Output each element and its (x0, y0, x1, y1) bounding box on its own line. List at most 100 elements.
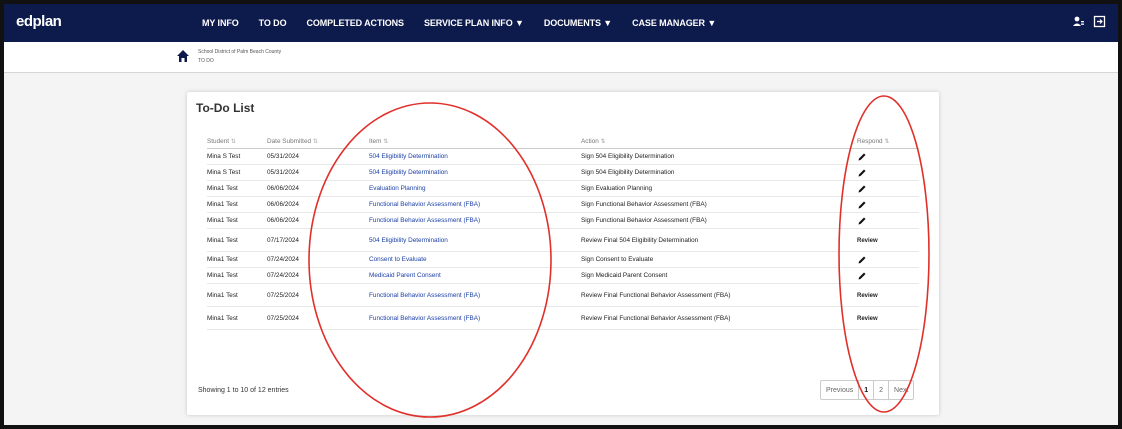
pencil-icon[interactable] (857, 152, 867, 162)
table-row: Mina S Test 05/31/2024 504 Eligibility Det… (207, 164, 919, 181)
respond-cell (857, 267, 919, 284)
breadcrumb-current: TO DO (198, 58, 214, 64)
nav-case-manager[interactable]: CASE MANAGER ▼ (632, 18, 716, 28)
table-row: Mina1 Test 07/25/2024 Functional Behavior … (207, 306, 919, 330)
cell-action: Sign Functional Behavior Assessment (FBA… (581, 212, 857, 229)
review-link[interactable]: Review (857, 238, 878, 244)
table-body: Mina S Test 05/31/2024 504 Eligibility Det… (207, 148, 919, 330)
breadcrumb-org[interactable]: School District of Palm Beach County (198, 49, 281, 55)
table-row: Mina1 Test 06/06/2024 Functional Behavior … (207, 196, 919, 213)
cell-date: 07/17/2024 (267, 228, 369, 252)
cell-action: Sign Consent to Evaluate (581, 251, 857, 268)
table-row: Mina1 Test 07/25/2024 Functional Behavior … (207, 283, 919, 307)
main-nav: MY INFO TO DO COMPLETED ACTIONS SERVICE … (202, 4, 736, 42)
table-row: Mina1 Test 07/17/2024 504 Eligibility Dete… (207, 228, 919, 252)
cell-date: 07/25/2024 (267, 306, 369, 330)
header-action[interactable]: Action ⇅ (581, 134, 857, 149)
cell-item-link[interactable]: 504 Eligibility Determination (369, 228, 581, 252)
respond-cell: Review (857, 283, 919, 307)
cell-student: Mina1 Test (207, 267, 267, 284)
cell-date: 05/31/2024 (267, 148, 369, 165)
cell-student: Mina1 Test (207, 283, 267, 307)
cell-item-link[interactable]: Medicaid Parent Consent (369, 267, 581, 284)
nav-documents[interactable]: DOCUMENTS ▼ (544, 18, 612, 28)
cell-student: Mina1 Test (207, 196, 267, 213)
table-header: Student ⇅ Date Submitted ⇅ Item ⇅ Action… (207, 134, 919, 149)
pencil-icon[interactable] (857, 255, 867, 265)
review-link[interactable]: Review (857, 316, 878, 322)
cell-action: Sign Medicaid Parent Consent (581, 267, 857, 284)
todo-table: Student ⇅ Date Submitted ⇅ Item ⇅ Action… (207, 134, 919, 330)
header-date-submitted[interactable]: Date Submitted ⇅ (267, 134, 369, 149)
cell-student: Mina S Test (207, 164, 267, 181)
cell-student: Mina1 Test (207, 212, 267, 229)
cell-action: Review Final Functional Behavior Assessm… (581, 283, 857, 307)
cell-student: Mina1 Test (207, 306, 267, 330)
cell-date: 07/25/2024 (267, 283, 369, 307)
cell-item-link[interactable]: Evaluation Planning (369, 180, 581, 197)
app-window: edplan MY INFO TO DO COMPLETED ACTIONS S… (0, 0, 1122, 429)
table-row: Mina1 Test 07/24/2024 Medicaid Parent Cons… (207, 267, 919, 284)
next-page-button[interactable]: Next (889, 381, 913, 399)
cell-date: 06/06/2024 (267, 212, 369, 229)
cell-student: Mina1 Test (207, 251, 267, 268)
pagination: Previous 1 2 Next (820, 380, 915, 400)
table-row: Mina1 Test 06/06/2024 Functional Behavior … (207, 212, 919, 229)
cell-student: Mina1 Test (207, 228, 267, 252)
user-icon[interactable] (1072, 15, 1085, 28)
cell-action: Sign 504 Eligibility Determination (581, 148, 857, 165)
table-row: Mina1 Test 07/24/2024 Consent to Evaluate S… (207, 251, 919, 268)
nav-service-plan-info[interactable]: SERVICE PLAN INFO ▼ (424, 18, 524, 28)
header-student[interactable]: Student ⇅ (207, 134, 267, 149)
cell-date: 05/31/2024 (267, 164, 369, 181)
cell-date: 06/06/2024 (267, 180, 369, 197)
cell-item-link[interactable]: 504 Eligibility Determination (369, 164, 581, 181)
cell-student: Mina S Test (207, 148, 267, 165)
cell-action: Sign 504 Eligibility Determination (581, 164, 857, 181)
header-item[interactable]: Item ⇅ (369, 134, 581, 149)
nav-to-do[interactable]: TO DO (259, 18, 287, 28)
respond-cell (857, 180, 919, 197)
top-icons (1072, 15, 1106, 28)
pencil-icon[interactable] (857, 200, 867, 210)
pencil-icon[interactable] (857, 271, 867, 281)
respond-cell (857, 251, 919, 268)
nav-completed-actions[interactable]: COMPLETED ACTIONS (306, 18, 404, 28)
cell-date: 07/24/2024 (267, 267, 369, 284)
app-logo[interactable]: edplan (16, 13, 62, 30)
logout-icon[interactable] (1093, 15, 1106, 28)
cell-item-link[interactable]: Functional Behavior Assessment (FBA) (369, 283, 581, 307)
cell-action: Sign Evaluation Planning (581, 180, 857, 197)
page-1-button[interactable]: 1 (859, 381, 875, 399)
review-link[interactable]: Review (857, 293, 878, 299)
pencil-icon[interactable] (857, 168, 867, 178)
respond-cell (857, 164, 919, 181)
respond-cell: Review (857, 228, 919, 252)
prev-page-button[interactable]: Previous (821, 381, 860, 399)
table-row: Mina1 Test 06/06/2024 Evaluation Planning S… (207, 180, 919, 197)
top-navbar: edplan MY INFO TO DO COMPLETED ACTIONS S… (4, 4, 1118, 42)
respond-cell (857, 148, 919, 165)
page-2-button[interactable]: 2 (874, 381, 890, 399)
entries-info: Showing 1 to 10 of 12 entries (198, 387, 289, 394)
cell-action: Sign Functional Behavior Assessment (FBA… (581, 196, 857, 213)
nav-my-info[interactable]: MY INFO (202, 18, 239, 28)
cell-item-link[interactable]: Functional Behavior Assessment (FBA) (369, 306, 581, 330)
respond-cell (857, 212, 919, 229)
cell-student: Mina1 Test (207, 180, 267, 197)
header-respond[interactable]: Respond ⇅ (857, 134, 919, 149)
respond-cell: Review (857, 306, 919, 330)
pencil-icon[interactable] (857, 184, 867, 194)
cell-item-link[interactable]: Functional Behavior Assessment (FBA) (369, 196, 581, 213)
card-title: To-Do List (196, 101, 255, 115)
cell-item-link[interactable]: 504 Eligibility Determination (369, 148, 581, 165)
cell-action: Review Final 504 Eligibility Determinati… (581, 228, 857, 252)
breadcrumb: School District of Palm Beach County TO … (4, 42, 1118, 73)
cell-date: 06/06/2024 (267, 196, 369, 213)
table-row: Mina S Test 05/31/2024 504 Eligibility Det… (207, 148, 919, 165)
todo-card: To-Do List Student ⇅ Date Submitted ⇅ It… (187, 92, 939, 415)
cell-item-link[interactable]: Functional Behavior Assessment (FBA) (369, 212, 581, 229)
pencil-icon[interactable] (857, 216, 867, 226)
home-icon[interactable] (176, 49, 190, 63)
cell-item-link[interactable]: Consent to Evaluate (369, 251, 581, 268)
